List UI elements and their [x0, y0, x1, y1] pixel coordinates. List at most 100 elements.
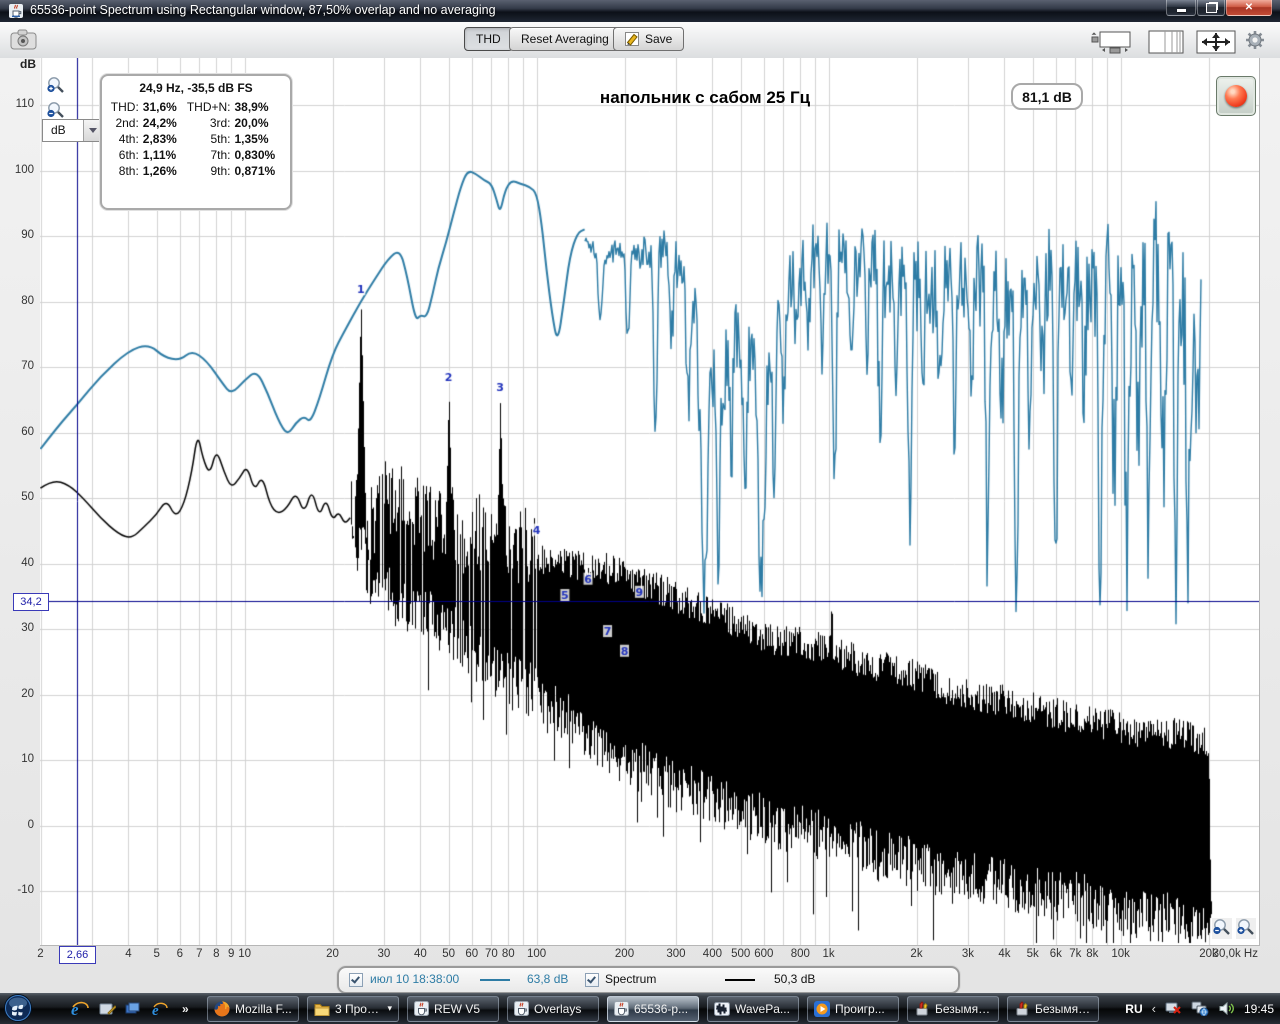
y-tick-label: -10	[17, 884, 34, 896]
quick-launch-overflow-chevron[interactable]: »	[182, 1002, 189, 1016]
start-button[interactable]	[3, 993, 33, 1023]
chevron-down-icon: ▾	[387, 1003, 392, 1013]
x-tick-label: 4k	[998, 948, 1011, 960]
minimize-button[interactable]	[1166, 0, 1196, 16]
settings-gear-icon[interactable]	[1244, 29, 1266, 51]
x-tick-label: 80	[501, 948, 515, 960]
x-tick-label: 10k	[1111, 948, 1130, 960]
y-tick-label: 20	[21, 687, 34, 700]
window-titlebar[interactable]: 65536-point Spectrum using Rectangular w…	[0, 0, 1280, 23]
network-status-icon[interactable]	[1191, 1001, 1209, 1016]
show-desktop-icon[interactable]	[99, 1001, 116, 1017]
x-tick-label: 40	[413, 948, 427, 960]
language-indicator[interactable]: RU	[1125, 1002, 1142, 1016]
thd-value: 1,26%	[142, 164, 177, 178]
taskbar-button-label: Overlays	[534, 1001, 582, 1016]
thd-key: THD+N:	[186, 100, 231, 114]
quick-launch-bar: e e »	[70, 997, 189, 1021]
cursor-frequency-box: 2,66	[59, 946, 96, 964]
record-button[interactable]	[1216, 76, 1256, 116]
tray-collapse-chevron[interactable]: ‹	[1152, 1001, 1156, 1016]
rta-level-badge: 81,1 dB	[1011, 83, 1083, 110]
folder-icon	[314, 1002, 330, 1016]
taskbar-button-безымян-[interactable]: Безымян...	[1007, 995, 1099, 1022]
x-tick-label: 800	[790, 948, 810, 960]
x-tick-label: 100	[527, 948, 547, 960]
thd-value: 20,0%	[234, 116, 269, 130]
thd-button[interactable]: THD	[464, 27, 513, 51]
taskbar-button-label: 3 Пров...	[335, 1001, 383, 1016]
legend-name-trace1[interactable]: июл 10 18:38:00	[370, 972, 459, 986]
taskbar-button-безымян-[interactable]: Безымян...	[907, 995, 999, 1022]
y-tick-label: 0	[27, 818, 34, 831]
x-tick-label: 10	[238, 948, 251, 960]
zoom-in-y-icon[interactable]	[46, 76, 66, 97]
graph-limits-icon[interactable]	[1090, 30, 1134, 54]
reset-averaging-button[interactable]: Reset Averaging	[509, 27, 621, 51]
legend-level-trace2: 50,3 dB	[774, 972, 816, 986]
x-tick-label: 60	[465, 948, 479, 960]
legend-checkbox-trace2[interactable]	[585, 973, 599, 987]
thd-value: 2,83%	[142, 132, 177, 146]
internet-explorer-icon[interactable]: e	[151, 1001, 169, 1017]
x-tick-label: 2	[37, 948, 44, 960]
taskbar-button-65536-p-[interactable]: 65536-p...	[607, 995, 699, 1022]
clock[interactable]: 19:45	[1244, 1002, 1274, 1016]
y-tick-label: 90	[21, 229, 34, 241]
legend-name-trace2[interactable]: Spectrum	[605, 972, 656, 986]
x-tick-label: 5	[153, 948, 160, 960]
firefox-icon	[214, 1001, 230, 1017]
y-tick-label: 10	[21, 753, 34, 765]
legend-checkbox-trace1[interactable]	[349, 973, 363, 987]
cursor-readout: 24,9 Hz, -35,5 dB FS	[139, 81, 253, 95]
taskbar-button-wavepa-[interactable]: WavePa...	[707, 995, 799, 1022]
close-button[interactable]: ✕	[1226, 0, 1272, 16]
reset-averaging-label: Reset Averaging	[521, 32, 609, 46]
db-unit-value: dB	[51, 123, 66, 137]
x-tick-label: 8	[213, 948, 220, 960]
zoom-in-x-icon[interactable]	[1236, 918, 1256, 939]
java-icon	[514, 1001, 529, 1016]
db-unit-select[interactable]: dB	[42, 119, 102, 142]
taskbar-button-mozilla-f-[interactable]: Mozilla F...	[207, 995, 299, 1022]
player-icon	[814, 1000, 830, 1017]
y-tick-label: 110	[15, 98, 34, 110]
x-tick-label: 9	[228, 948, 235, 960]
x-tick-label: 30,0k Hz	[1212, 948, 1258, 960]
pan-axes-icon[interactable]	[1196, 30, 1236, 54]
thd-key: 6th:	[118, 148, 139, 162]
y-tick-label: 100	[14, 163, 34, 176]
x-tick-label: 1k	[822, 948, 835, 960]
legend-bar: июл 10 18:38:00 63,8 dB Spectrum 50,3 dB	[337, 966, 960, 994]
x-tick-label: 6	[176, 948, 184, 960]
thd-value: 1,11%	[142, 148, 177, 162]
network-error-icon[interactable]	[1165, 1001, 1182, 1016]
y-tick-label: 40	[21, 556, 34, 569]
screenshot-camera-icon[interactable]	[10, 28, 38, 51]
maximize-button[interactable]	[1197, 0, 1225, 16]
save-button[interactable]: Save	[613, 27, 685, 51]
thd-key: 5th:	[210, 132, 231, 146]
save-button-label: Save	[645, 32, 673, 46]
taskbar-button-rew-v5[interactable]: REW V5	[407, 995, 499, 1022]
flip3d-icon[interactable]	[125, 1001, 142, 1017]
taskbar-button-3-пров-[interactable]: 3 Пров... ▾	[307, 995, 399, 1022]
volume-icon[interactable]	[1218, 1001, 1235, 1016]
thd-value: 38,9%	[234, 100, 269, 114]
cursor-level-box: 34,2	[13, 593, 49, 611]
system-tray: RU ‹ 19:45	[1125, 993, 1274, 1024]
taskbar-button-label: WavePa...	[735, 1001, 790, 1016]
window-title: 65536-point Spectrum using Rectangular w…	[30, 3, 496, 17]
thd-info-box: 24,9 Hz, -35,5 dB FS THD: 31,6% THD+N: 38,9…	[100, 74, 292, 210]
thd-table: THD: 31,6% THD+N: 38,9% 2nd: 24,2% 3rd: 20,0% …	[109, 98, 283, 180]
thd-value: 24,2%	[142, 116, 177, 130]
save-icon	[625, 32, 640, 46]
thd-key: THD:	[110, 100, 139, 114]
internet-explorer-launch-icon[interactable]: e	[70, 1000, 90, 1018]
taskbar: e e » Mozilla F... 3 Пров... ▾ REW V5 Overla…	[0, 993, 1280, 1024]
zoom-out-x-icon[interactable]	[1212, 918, 1232, 939]
taskbar-button-проигр-[interactable]: Проигр...	[807, 995, 899, 1022]
frequency-axis-icon[interactable]	[1148, 30, 1184, 54]
maximize-icon	[1205, 2, 1217, 13]
taskbar-button-overlays[interactable]: Overlays	[507, 995, 599, 1022]
